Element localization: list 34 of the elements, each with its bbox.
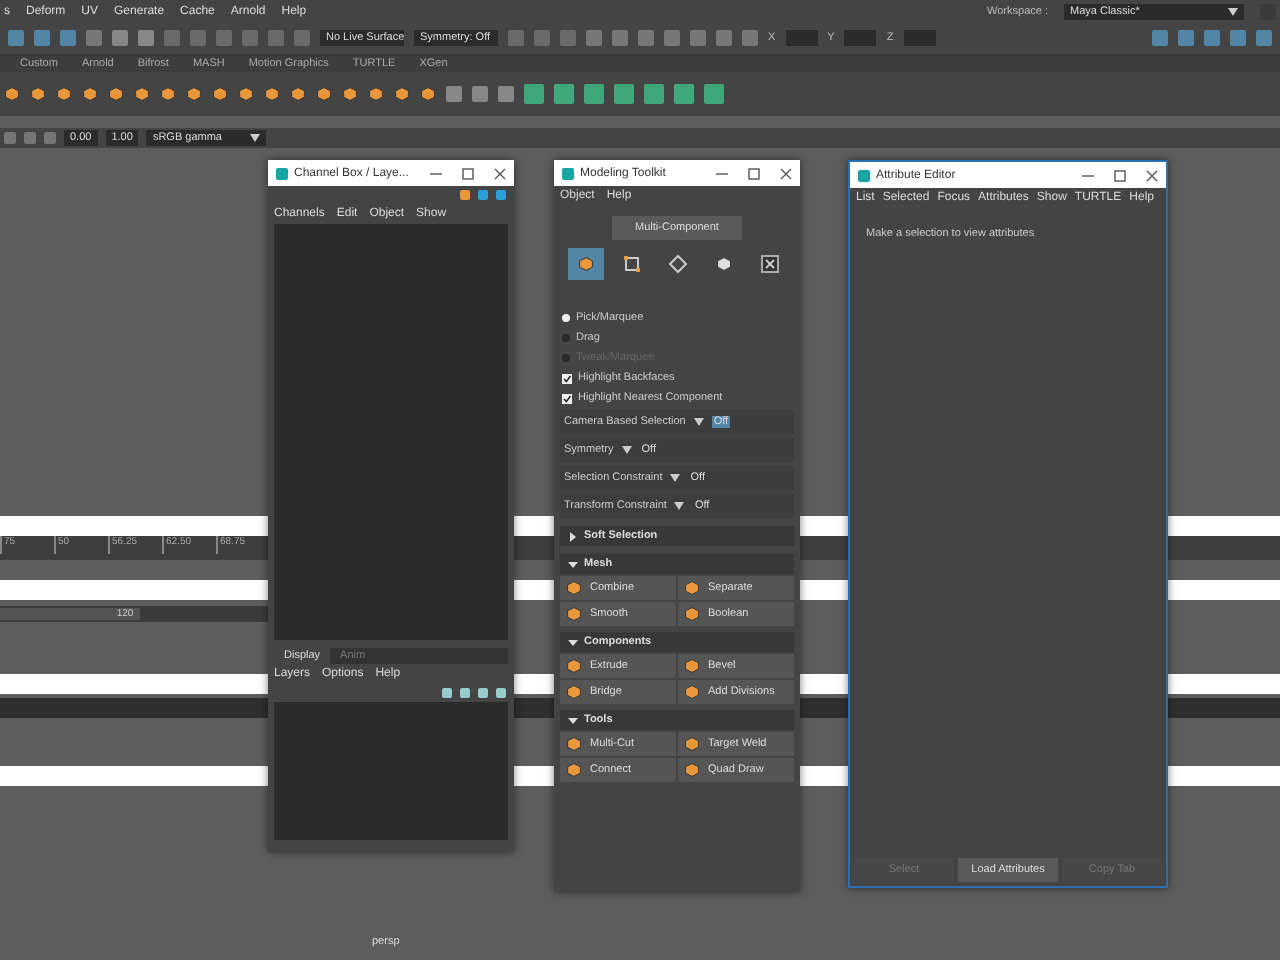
caret-icon[interactable]: [1228, 7, 1238, 15]
caret-icon[interactable]: [250, 134, 261, 142]
maximize-icon[interactable]: [462, 167, 474, 179]
radio-button[interactable]: [562, 314, 570, 322]
mode-button[interactable]: [567, 248, 603, 280]
caret-icon[interactable]: [693, 418, 704, 426]
cube-icon: [715, 256, 731, 272]
minimize-icon[interactable]: [1082, 169, 1094, 181]
collapsed-arrow-icon[interactable]: [568, 531, 578, 541]
expanded-arrow-icon[interactable]: [568, 715, 578, 725]
app-logo-icon: [276, 167, 288, 179]
maximize-icon[interactable]: [1114, 169, 1126, 181]
coordinate-field[interactable]: [844, 30, 877, 46]
maximize-icon[interactable]: [748, 167, 760, 179]
cube-icon: [577, 256, 593, 272]
uv-mode-icon: [759, 254, 779, 274]
diamond-icon: [667, 254, 687, 274]
close-icon[interactable]: [1146, 169, 1158, 181]
app-logo-icon: [858, 169, 870, 181]
checkbox[interactable]: [562, 373, 572, 383]
vertex-mode-icon: [621, 254, 641, 274]
coordinate-field[interactable]: [785, 30, 818, 46]
coordinate-field[interactable]: [903, 30, 936, 46]
caret-icon[interactable]: [670, 474, 681, 482]
caret-icon[interactable]: [621, 446, 632, 454]
minimize-icon[interactable]: [430, 167, 442, 179]
app-logo-icon: [562, 167, 574, 179]
close-icon[interactable]: [494, 167, 506, 179]
caret-icon[interactable]: [674, 502, 685, 510]
minimize-icon[interactable]: [716, 167, 728, 179]
checkbox[interactable]: [562, 393, 572, 403]
expanded-arrow-icon[interactable]: [568, 559, 578, 569]
expanded-arrow-icon[interactable]: [568, 637, 578, 647]
close-icon[interactable]: [780, 167, 792, 179]
